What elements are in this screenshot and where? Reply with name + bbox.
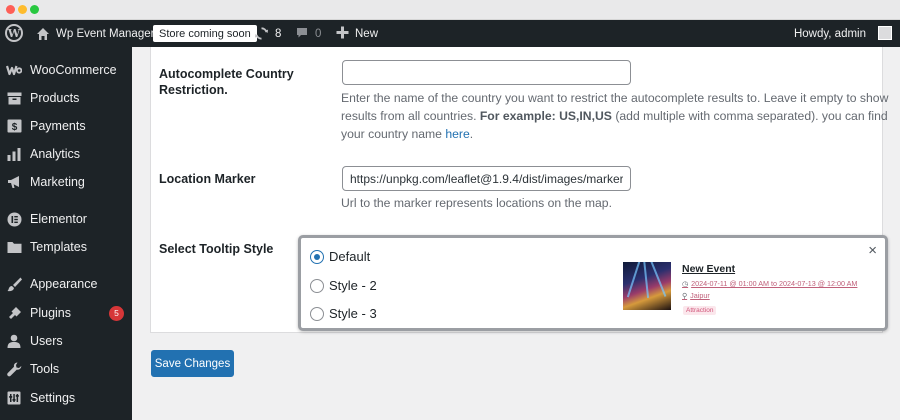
sidebar-item-settings[interactable]: Settings <box>0 384 132 412</box>
tooltip-style-box: Default Style - 2 Style - 3 × New Event … <box>298 235 888 331</box>
event-title-link[interactable]: New Event <box>682 263 735 275</box>
radio-button[interactable] <box>310 306 324 321</box>
plus-icon[interactable] <box>336 26 349 39</box>
home-icon[interactable] <box>36 27 50 41</box>
close-icon[interactable]: × <box>868 242 877 259</box>
location-marker-label: Location Marker <box>159 172 256 186</box>
option-label: Default <box>329 249 371 264</box>
new-content-link[interactable]: New <box>355 20 378 47</box>
autocomplete-country-label: Autocomplete Country Restriction. <box>159 66 294 98</box>
window-titlebar <box>0 0 900 20</box>
sidebar-item-label: Elementor <box>30 212 87 226</box>
sidebar-item-payments[interactable]: $ Payments <box>0 112 132 140</box>
sidebar-item-label: Appearance <box>30 277 98 291</box>
folder-icon <box>6 239 22 255</box>
desc-line: results from all countries. For example:… <box>341 107 888 125</box>
sidebar-item-label: Templates <box>30 240 87 254</box>
event-location-text: Jaipur <box>690 291 710 300</box>
user-icon <box>6 333 22 349</box>
location-marker-input[interactable] <box>342 166 631 191</box>
option-label: Style - 3 <box>329 306 377 321</box>
sidebar-item-label: Analytics <box>30 147 81 161</box>
sidebar-item-label: WooCommerce <box>30 63 117 77</box>
wordpress-logo-icon[interactable]: W <box>5 24 23 42</box>
woo-icon <box>6 62 22 78</box>
event-date-text: 2024-07-11 @ 01:00 AM to 2024-07-13 @ 12… <box>691 279 858 288</box>
sidebar-item-marketing[interactable]: Marketing <box>0 168 132 196</box>
megaphone-icon <box>6 174 22 190</box>
tooltip-style-option-default[interactable]: Default <box>310 249 370 264</box>
event-date: ◷ 2024-07-11 @ 01:00 AM to 2024-07-13 @ … <box>682 279 857 288</box>
event-category-tag: Attraction <box>683 306 717 315</box>
desc-text: your country name <box>341 127 446 141</box>
desc-text: . <box>469 127 474 141</box>
tooltip-style-label: Select Tooltip Style <box>159 242 274 256</box>
sidebar-item-label: Products <box>30 91 80 105</box>
updates-count[interactable]: 8 <box>275 20 281 47</box>
radio-button[interactable] <box>310 249 324 264</box>
label-line: Autocomplete Country <box>159 67 294 81</box>
sidebar-item-elementor[interactable]: Elementor <box>0 205 132 233</box>
sidebar-item-woocommerce[interactable]: WooCommerce <box>0 56 132 84</box>
desc-line: Enter the name of the country you want t… <box>341 91 889 105</box>
store-status-badge[interactable]: Store coming soon <box>153 25 257 42</box>
sidebar-item-plugins[interactable]: Plugins 5 <box>0 299 132 327</box>
autocomplete-country-input[interactable] <box>342 60 631 85</box>
sidebar-item-templates[interactable]: Templates <box>0 233 132 261</box>
site-name-link[interactable]: Wp Event Manager <box>56 20 154 47</box>
tooltip-style-option-style-3[interactable]: Style - 3 <box>310 306 377 321</box>
window-zoom-button[interactable] <box>30 5 39 14</box>
howdy-user-link[interactable]: Howdy, admin <box>794 20 866 47</box>
wrench-icon <box>6 361 22 377</box>
autocomplete-country-description: Enter the name of the country you want t… <box>341 89 888 143</box>
window-minimize-button[interactable] <box>18 5 27 14</box>
desc-line: your country name here. <box>341 125 888 143</box>
clock-icon: ◷ <box>682 280 689 288</box>
elementor-icon <box>6 211 22 227</box>
desc-text: (add multiple with comma separated). you… <box>611 109 888 123</box>
sidebar-item-products[interactable]: Products <box>0 84 132 112</box>
label-line: Restriction. <box>159 83 228 97</box>
location-pin-icon: ⚲ <box>682 292 688 300</box>
settings-icon <box>6 390 22 406</box>
admin-bar: W Wp Event Manager Store coming soon 8 0… <box>0 20 900 47</box>
country-name-link[interactable]: here <box>445 127 469 141</box>
sidebar-item-label: Users <box>30 334 63 348</box>
sidebar-item-label: Marketing <box>30 175 85 189</box>
sidebar-item-label: Tools <box>30 362 60 376</box>
updates-icon[interactable] <box>254 26 269 41</box>
sidebar-item-label: Plugins <box>30 306 71 320</box>
plugin-icon <box>6 305 22 321</box>
event-thumbnail <box>623 262 671 310</box>
sidebar-item-analytics[interactable]: Analytics <box>0 140 132 168</box>
sidebar-item-label: Payments <box>30 119 86 133</box>
radio-button[interactable] <box>310 278 324 293</box>
comments-count[interactable]: 0 <box>315 20 321 47</box>
admin-sidebar: WooCommerce Products $ Payments Analytic… <box>0 47 132 420</box>
brush-icon <box>6 276 22 292</box>
sidebar-item-users[interactable]: Users <box>0 327 132 355</box>
sidebar-item-appearance[interactable]: Appearance <box>0 270 132 298</box>
desc-text: results from all countries. <box>341 109 480 123</box>
avatar[interactable] <box>878 26 892 40</box>
location-marker-description: Url to the marker represents locations o… <box>341 196 612 210</box>
archive-icon <box>6 90 22 106</box>
svg-text:$: $ <box>11 122 17 133</box>
option-label: Style - 2 <box>329 278 377 293</box>
event-location: ⚲ Jaipur <box>682 291 710 300</box>
dollar-icon: $ <box>6 118 22 134</box>
window-close-button[interactable] <box>6 5 15 14</box>
plugins-update-badge: 5 <box>109 305 124 321</box>
bar-chart-icon <box>6 146 22 162</box>
comment-icon[interactable] <box>296 27 308 39</box>
sidebar-item-label: Settings <box>30 391 76 405</box>
tooltip-style-option-style-2[interactable]: Style - 2 <box>310 278 377 293</box>
sidebar-item-tools[interactable]: Tools <box>0 355 132 383</box>
example-text: For example: US,IN,US <box>479 109 612 123</box>
save-changes-button[interactable]: Save Changes <box>151 350 234 377</box>
